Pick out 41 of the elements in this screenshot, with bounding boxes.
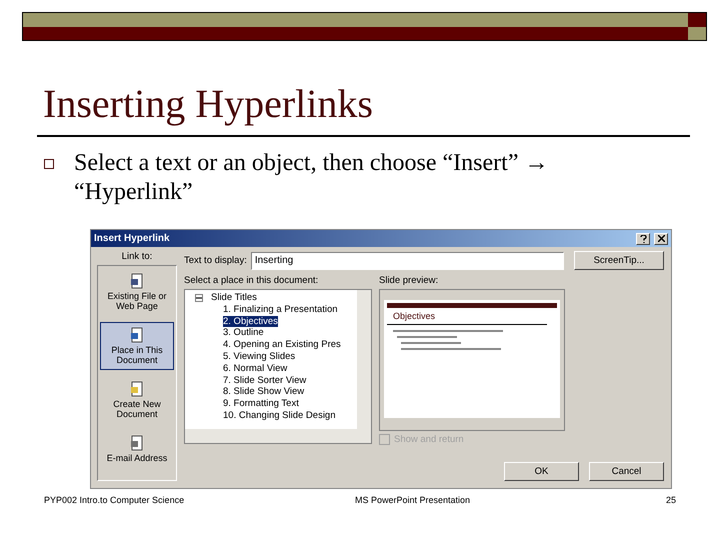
tree-item[interactable]: 10. Changing Slide Design bbox=[223, 410, 336, 422]
footer-text: MS PowerPoint Presentation bbox=[354, 495, 472, 505]
tree-item[interactable]: 4. Opening an Existing Pres bbox=[223, 339, 341, 351]
tree-label: Select a place in this document: bbox=[184, 275, 320, 286]
tree-item[interactable]: 7. Slide Sorter View bbox=[223, 374, 306, 386]
link-option[interactable]: Existing File or Web Page bbox=[100, 268, 174, 316]
preview-label: Slide preview: bbox=[379, 275, 440, 286]
vertical-scrollbar[interactable] bbox=[357, 290, 371, 429]
link-option[interactable]: Place in This Document bbox=[100, 322, 174, 370]
bullet-icon bbox=[44, 159, 54, 169]
dialog-button[interactable]: Cancel bbox=[589, 462, 664, 481]
help-button[interactable] bbox=[636, 232, 650, 244]
question-mark-icon bbox=[640, 234, 646, 242]
collapse-icon[interactable] bbox=[195, 294, 203, 302]
document-icon bbox=[129, 381, 145, 397]
document-icon bbox=[129, 327, 145, 343]
footer-text: PYP002 Intro.to Computer Science bbox=[44, 495, 186, 505]
link-option[interactable]: Create New Document bbox=[100, 376, 174, 424]
tree-item[interactable]: 8. Slide Show View bbox=[223, 386, 304, 398]
dialog-button[interactable]: OK bbox=[504, 462, 579, 481]
tree-item[interactable]: 1. Finalizing a Presentation bbox=[223, 304, 338, 316]
tree-item[interactable]: 2. Objectives bbox=[223, 316, 278, 328]
screentip-button[interactable]: ScreenTip... bbox=[574, 251, 664, 270]
tree-item[interactable]: 5. Viewing Slides bbox=[223, 350, 296, 363]
field-label: Text to display: bbox=[184, 255, 247, 266]
link-to-label: Link to: bbox=[122, 251, 152, 262]
bullet-text: Select a text or an object, then choose “Insert” → “Hyperlink” bbox=[74, 149, 550, 207]
close-icon bbox=[658, 235, 664, 242]
preview-title: Objectives bbox=[392, 311, 436, 321]
tree-item[interactable]: 9. Formatting Text bbox=[223, 398, 299, 410]
horizontal-scrollbar[interactable] bbox=[185, 429, 371, 443]
tree-item[interactable]: Slide Titles bbox=[211, 292, 257, 304]
close-button[interactable] bbox=[654, 232, 668, 244]
tree-item[interactable]: 3. Outline bbox=[223, 327, 264, 340]
tree-item[interactable]: 6. Normal View bbox=[223, 362, 288, 375]
page-number: 25 bbox=[666, 495, 676, 505]
document-icon bbox=[129, 273, 145, 289]
slide-title: Inserting Hyperlinks bbox=[43, 81, 374, 127]
text-to-display-field[interactable]: Inserting bbox=[250, 252, 564, 270]
link-option[interactable]: E-mail Address bbox=[100, 430, 174, 468]
dialog-title: Insert Hyperlink bbox=[94, 233, 170, 244]
